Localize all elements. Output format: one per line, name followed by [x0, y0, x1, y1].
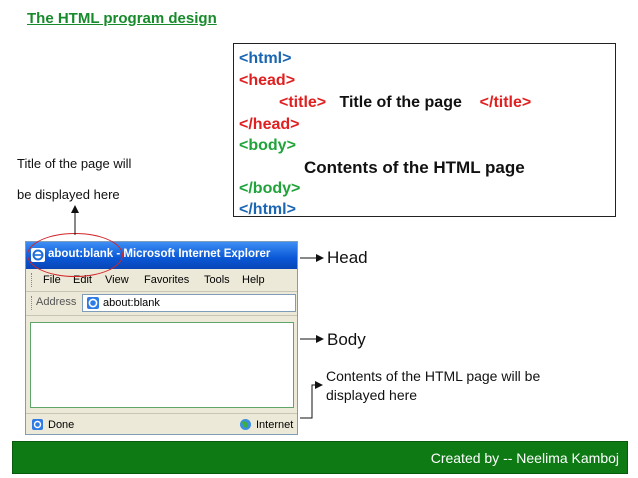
footer-bar: Created by -- Neelima Kamboj [12, 441, 628, 474]
contents-arrow [300, 381, 323, 419]
callout-head: Head [327, 248, 368, 267]
callout-body: Body [327, 330, 366, 349]
footer-credit: Created by -- Neelima Kamboj [430, 450, 619, 466]
callout-contents-line-2: displayed here [326, 387, 418, 403]
callout-contents-line-1: Contents of the HTML page will be [326, 368, 541, 384]
arrows-layer [71, 205, 324, 419]
